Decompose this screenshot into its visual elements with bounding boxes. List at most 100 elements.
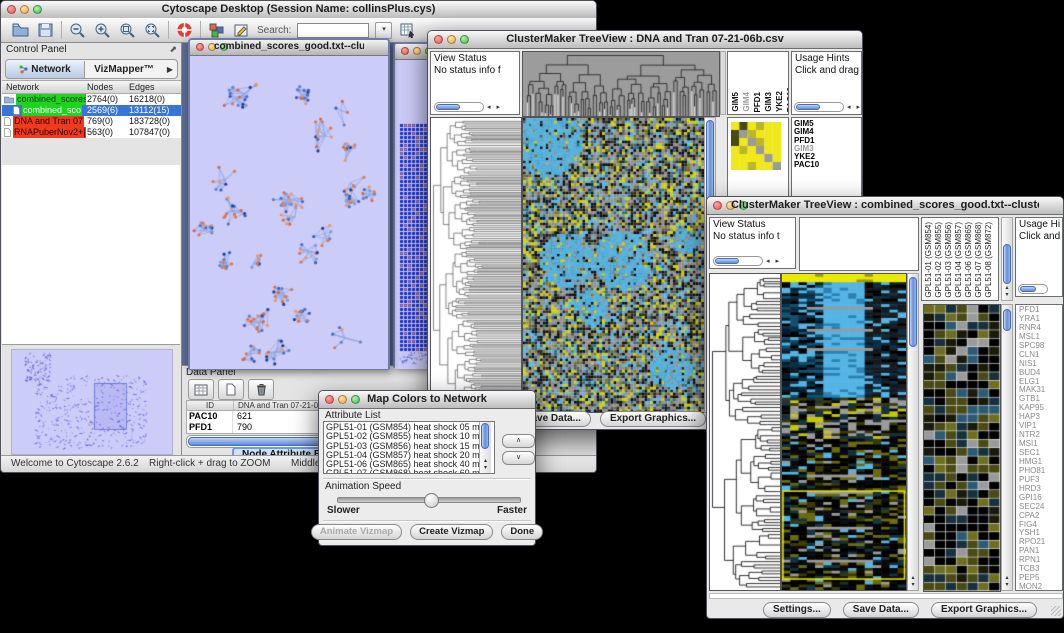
tv1-row-dendrogram[interactable] [430,117,522,413]
column-label[interactable]: YKE2 [775,91,784,112]
tab-vizmapper[interactable]: VizMapper™ [85,61,163,78]
import-table-icon[interactable] [398,21,417,39]
search-dropdown-icon[interactable]: ▾ [375,22,392,39]
tv2-genes-scrollbar[interactable]: ▴ ▾ [1001,304,1013,591]
move-down-button[interactable]: ∨ [502,451,535,465]
usage-hints-scrollbar[interactable]: ◂ ▸ [794,102,862,112]
zoom-in-icon[interactable] [93,21,112,39]
attribute-list-scrollbar[interactable]: ▴ ▾ [479,422,491,473]
row-label[interactable]: PAC10 [794,161,861,169]
network-table-row[interactable]: RNAPuberNov2+| 563(0) 107847(0) [2,127,181,138]
scroll-arrows-icon[interactable]: ◂ ▸ [487,103,502,111]
tv2-column-tree-area[interactable] [799,217,919,271]
new-attribute-icon[interactable] [218,379,244,400]
float-panel-icon[interactable]: ⬈ [169,44,177,55]
scroll-up-icon[interactable]: ▴ [484,458,487,464]
network-table-row[interactable]: combined_sco 2569(6) 13112(15) [2,105,181,116]
attribute-select-icon[interactable] [188,379,214,400]
scroll-down-icon[interactable]: ▾ [1005,582,1008,588]
tab-overflow-arrow[interactable]: ▶ [163,65,177,74]
scroll-up-icon[interactable]: ▴ [911,575,914,581]
close-icon[interactable] [196,43,204,51]
move-up-button[interactable]: ∧ [502,434,535,448]
net1-titlebar[interactable]: combined_scores_good.txt--cluste... [190,40,388,56]
scroll-arrows-icon[interactable]: ◂ ▸ [847,103,862,111]
dialog-button[interactable]: Done [501,524,543,540]
column-label[interactable]: GPL51-04 (GSM857) [954,222,963,298]
minimize-icon[interactable] [413,47,421,55]
tab-network[interactable]: Network [6,61,85,78]
column-label[interactable]: GPL51-01 (GSM854) [924,222,933,298]
column-label[interactable]: GIM4 [742,92,751,112]
tv2-heatmap-v-scrollbar[interactable]: ▴ ▾ [907,273,919,591]
tv2-collabel-scrollbar[interactable]: ▴ ▾ [1001,217,1013,301]
scroll-arrows-icon[interactable]: ◂ ▸ [766,257,781,265]
help-lifering-icon[interactable] [175,21,194,39]
save-icon[interactable] [36,21,55,39]
treeview-button[interactable]: Export Graphics... [931,602,1037,618]
dialog-button[interactable]: Create Vizmap [410,524,493,540]
delete-attribute-icon[interactable] [248,379,274,400]
column-label[interactable]: PAC10 [786,87,789,112]
tv2-zoom-heatmap[interactable] [923,304,1001,592]
column-label[interactable]: GPL51-06 (GSM865) [964,222,973,298]
scroll-up-icon[interactable]: ▴ [1005,285,1008,291]
open-file-icon[interactable] [11,21,30,39]
dialog-titlebar[interactable]: Map Colors to Network [319,391,535,409]
search-input[interactable] [297,23,369,38]
slider-thumb[interactable] [424,493,439,508]
column-label[interactable]: GIM5 [731,92,740,112]
zoom-fit-icon[interactable] [143,21,162,39]
column-label[interactable]: GIM3 [764,92,773,112]
close-icon[interactable] [401,47,409,55]
column-label[interactable]: GPL51-03 (GSM856) [944,222,953,298]
network-table-header[interactable]: Network Nodes Edges [2,80,181,94]
column-label[interactable]: GPL51-08 (GSM872) [984,222,993,298]
network-nodes-count: 2764(0) [87,94,118,105]
usage-hints-scrollbar[interactable] [1018,284,1048,294]
scroll-up-icon[interactable]: ▴ [1005,575,1008,581]
view-status-scrollbar[interactable]: ◂ ▸ [713,256,781,266]
column-label[interactable]: GPL51-07 (GSM868) [974,222,983,298]
attribute-list[interactable]: GPL51-01 (GSM854) heat shock 05 minGPL51… [323,421,495,474]
tv2-h-scrollbar[interactable] [709,593,1063,599]
zoom-selected-icon[interactable] [118,21,137,39]
scroll-down-icon[interactable]: ▾ [484,465,487,471]
column-label[interactable]: GPL51-02 (GSM855) [934,222,943,298]
network-overview-thumbnail[interactable] [11,349,173,455]
tv2-row-dendrogram[interactable] [709,273,781,591]
close-icon[interactable] [713,201,722,210]
tv1-heatmap[interactable] [522,117,705,413]
annotation-icon[interactable] [232,21,251,39]
vizmapper-icon[interactable] [207,21,226,39]
scroll-down-icon[interactable]: ▾ [1005,292,1008,298]
close-icon[interactable] [7,5,16,14]
zoom-out-icon[interactable] [68,21,87,39]
id-column-header[interactable]: ID [187,401,234,410]
treeview-button[interactable]: Settings... [763,602,831,618]
tv1-column-dendrogram[interactable] [522,51,720,117]
network-canvas[interactable] [190,56,388,369]
network-table-row[interactable]: combined_scores 2764(0) 16218(0) [2,94,181,105]
close-icon[interactable] [325,395,334,404]
search-label: Search: [257,25,291,36]
main-titlebar[interactable]: Cytoscape Desktop (Session Name: collins… [1,1,596,19]
tv1-titlebar[interactable]: ClusterMaker TreeView : DNA and Tran 07-… [428,31,862,49]
tv1-yellow-matrix[interactable] [731,122,781,170]
tv2-heatmap[interactable] [781,273,907,591]
close-icon[interactable] [434,35,443,44]
gene-label[interactable]: MON2 [1019,583,1062,591]
column-label[interactable]: PFD1 [753,92,762,112]
resize-grip[interactable] [1051,606,1061,616]
view-status-scrollbar[interactable]: ◂ ▸ [434,102,502,112]
treeview-button[interactable]: Save Data... [843,602,919,618]
tv1-splitter[interactable] [720,51,726,115]
tv2-titlebar[interactable]: ClusterMaker TreeView : combined_scores_… [707,197,1063,215]
network-table-row[interactable]: DNA and Tran 07 769(0) 183728(0) [2,116,181,127]
control-panel: Control Panel ⬈ Network VizMapper™ ▶ Net… [2,43,182,456]
animation-speed-slider[interactable] [337,497,521,503]
scroll-down-icon[interactable]: ▾ [911,582,914,588]
dialog-button[interactable]: Animate Vizmap [311,524,402,540]
treeview-button[interactable]: Export Graphics... [600,411,706,427]
attribute-list-item[interactable]: GPL51-07 (GSM868) heat shock 60 min [326,469,480,474]
